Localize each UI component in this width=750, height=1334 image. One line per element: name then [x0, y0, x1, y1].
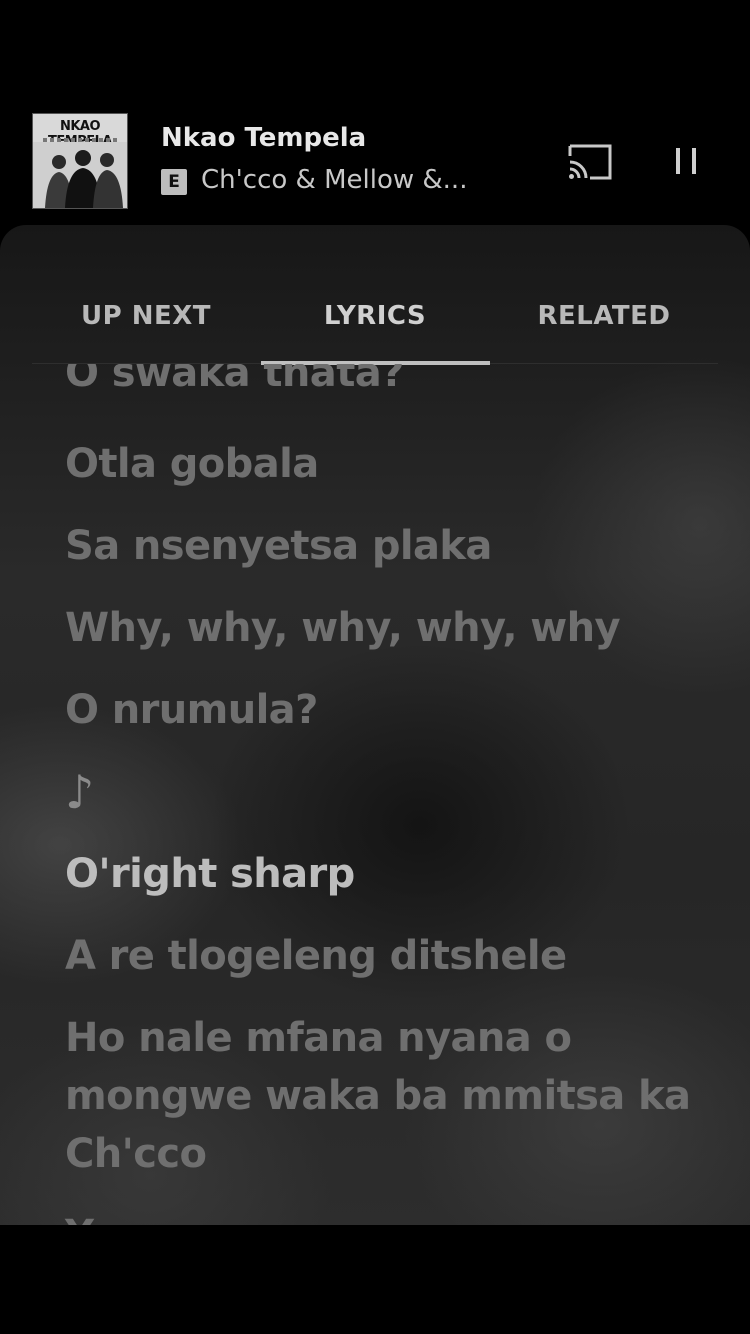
track-title[interactable]: Nkao Tempela	[161, 123, 366, 153]
tab-lyrics[interactable]: LYRICS	[261, 225, 489, 363]
lyric-line: Sa nsenyetsa plaka	[65, 523, 492, 569]
explicit-badge: E	[161, 169, 187, 195]
lyrics-scroll-area[interactable]: O swaka thata? Otla gobala Sa nsenyetsa …	[0, 364, 750, 1225]
track-artist[interactable]: Ch'cco & Mellow &...	[201, 165, 467, 195]
tab-related[interactable]: RELATED	[490, 225, 718, 363]
tab-up-next[interactable]: UP NEXT	[32, 225, 260, 363]
bottom-bar	[0, 1225, 750, 1334]
music-note-icon: ♪	[65, 765, 94, 819]
pause-button[interactable]	[664, 140, 708, 184]
cast-icon	[568, 144, 612, 180]
lyrics-sheet: UP NEXT LYRICS RELATED O swaka thata? Ot…	[0, 225, 750, 1225]
lyric-line-current: O'right sharp	[65, 851, 355, 897]
lyric-line: Ho nale mfana nyana o mongwe waka ba mmi…	[65, 1015, 691, 1177]
album-art-image	[33, 142, 127, 208]
album-art[interactable]: NKAO TEMPELA	[32, 113, 128, 209]
lyric-line: O swaka thata?	[65, 364, 404, 396]
lyric-line: A re tlogeleng ditshele	[65, 933, 567, 979]
lyric-line: Otla gobala	[65, 441, 319, 487]
cast-button[interactable]	[564, 140, 616, 184]
lyric-line: O nrumula?	[65, 687, 318, 733]
lyric-line: Why, why, why, why, why	[65, 605, 621, 651]
lyric-line: Y	[65, 1206, 695, 1225]
pause-icon	[676, 148, 696, 174]
tab-bar: UP NEXT LYRICS RELATED	[32, 225, 718, 365]
mini-player[interactable]: NKAO TEMPELA Nkao Tempela E Ch'cco & Mel…	[0, 0, 750, 230]
